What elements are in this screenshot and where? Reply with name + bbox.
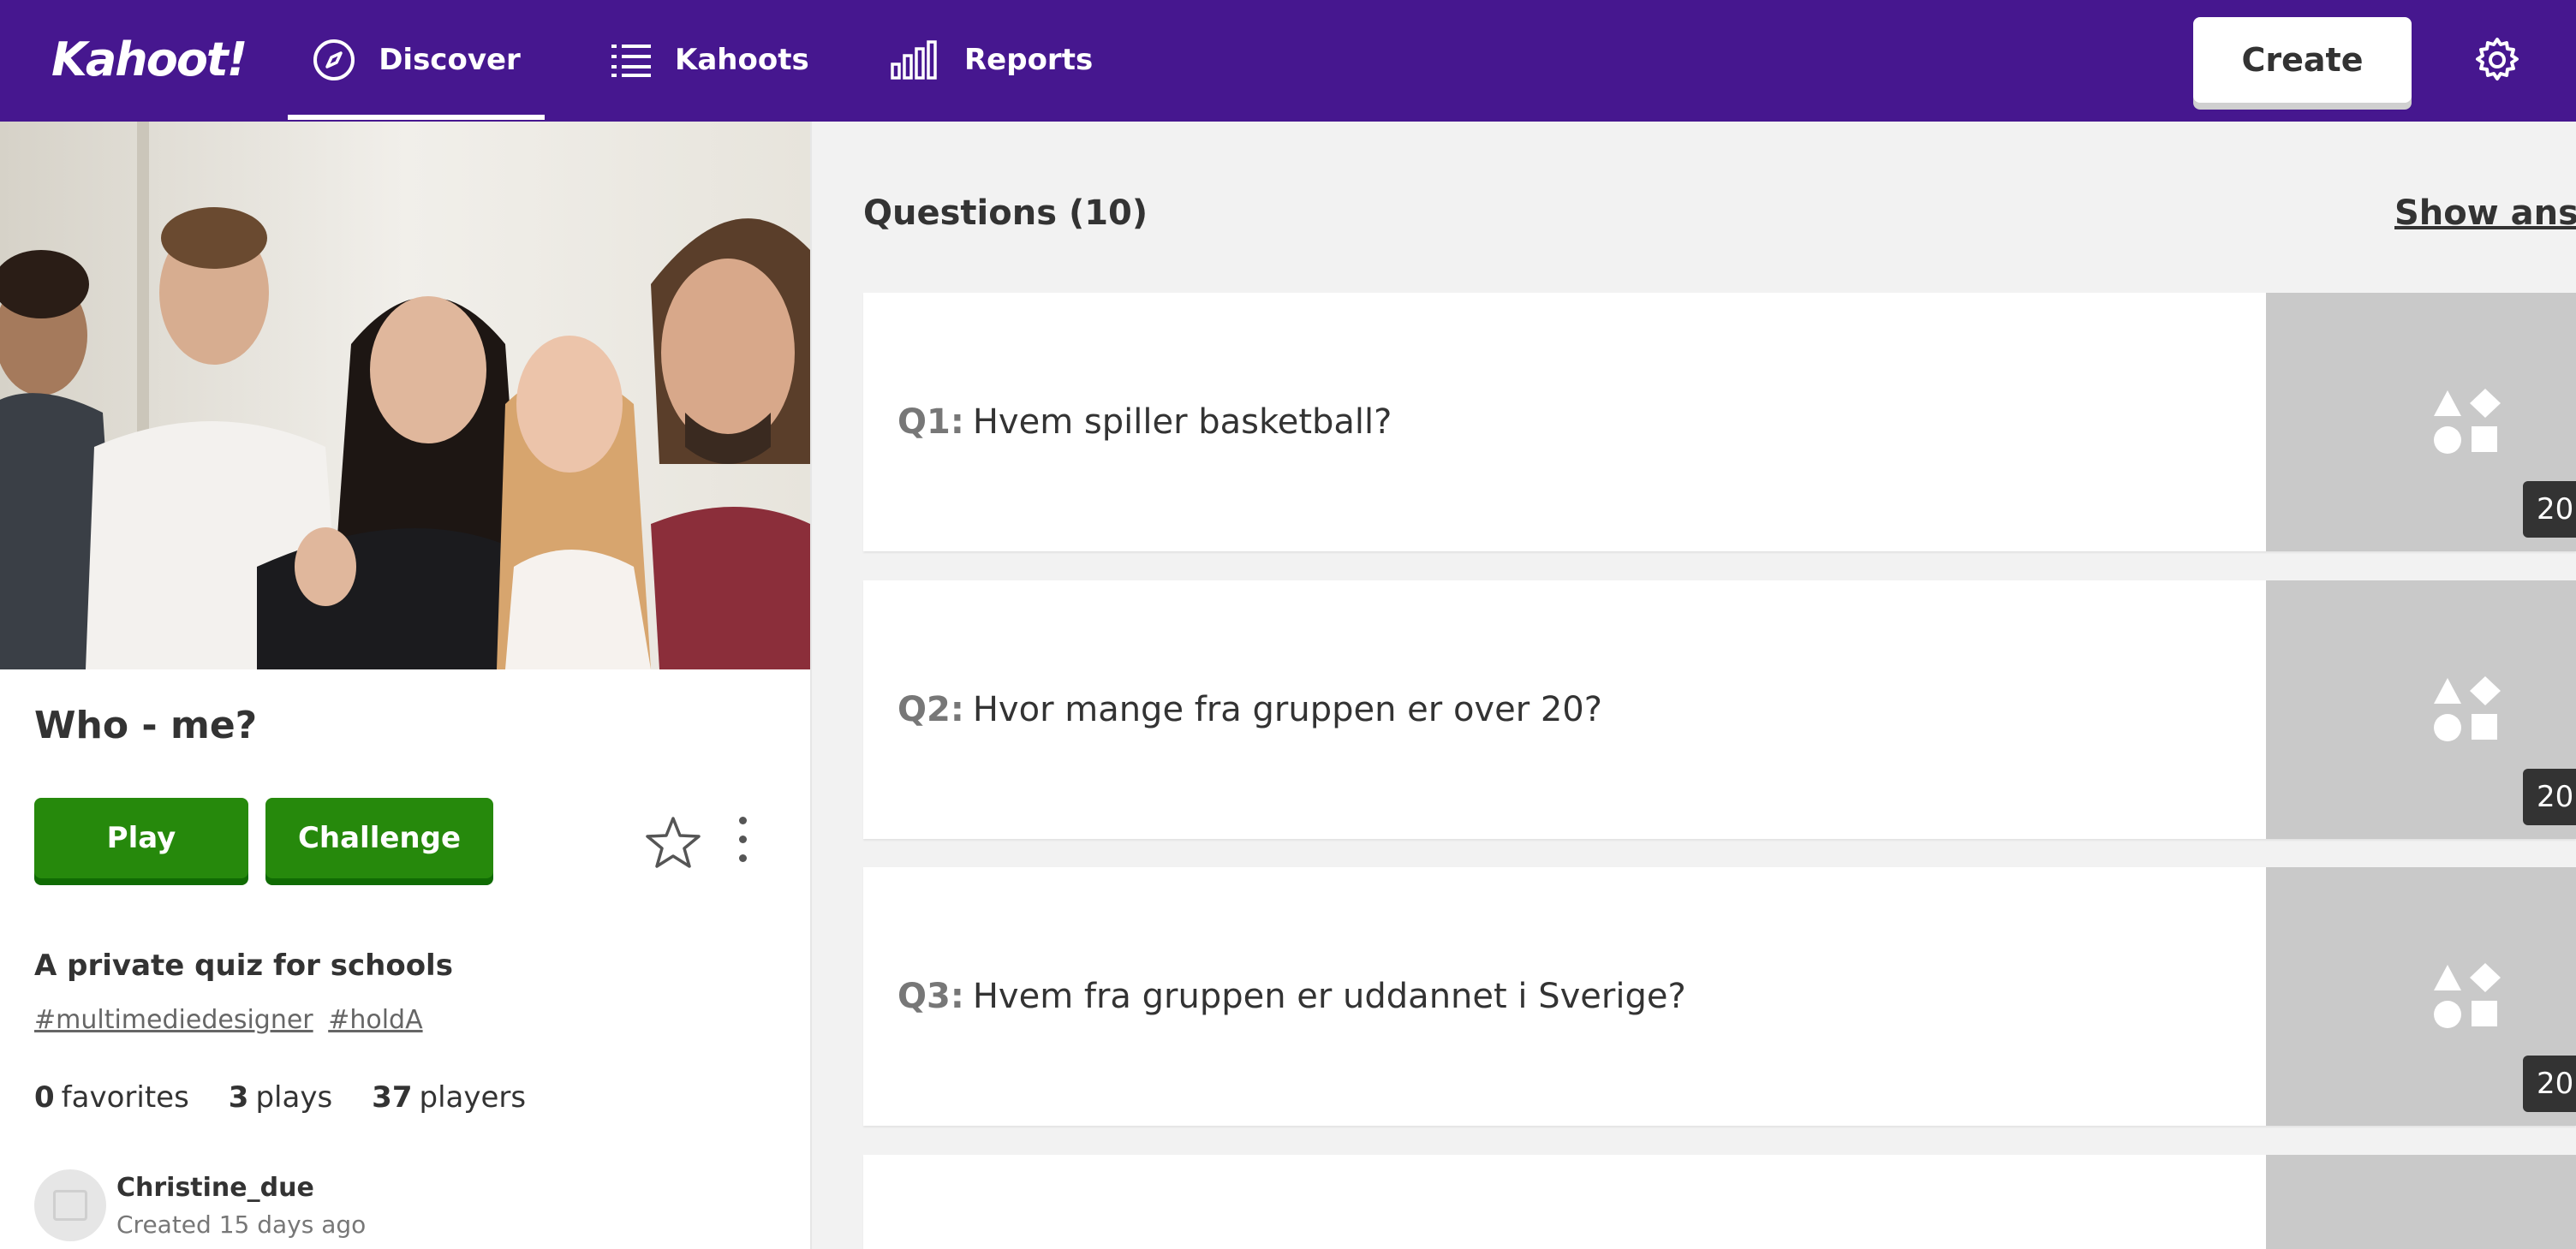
plays-stat: 3 plays <box>229 1080 332 1115</box>
time-limit-badge: 20 <box>2523 769 2576 825</box>
image-placeholder-icon <box>53 1190 87 1221</box>
play-button[interactable]: Play <box>34 798 248 878</box>
favorites-count: 0 <box>34 1080 55 1115</box>
question-text: Q3: Hvem fra gruppen er uddannet i Sverig… <box>897 867 1686 1126</box>
question-card[interactable]: Q3: Hvem fra gruppen er uddannet i Sverig… <box>863 867 2576 1126</box>
kahoot-title: Who - me? <box>34 704 258 747</box>
question-thumbnail: 20 <box>2266 293 2576 551</box>
more-options-icon[interactable] <box>730 817 755 871</box>
active-tab-indicator <box>288 115 545 120</box>
time-limit-badge: 20 <box>2523 481 2576 538</box>
players-stat: 37 players <box>372 1080 526 1115</box>
kahoot-logo[interactable]: Kahoot! <box>51 33 247 86</box>
favorite-star-icon[interactable] <box>646 815 701 870</box>
question-card[interactable]: Q1: Hvem spiller basketball? 20 <box>863 293 2576 551</box>
question-number: Q3: <box>897 977 964 1016</box>
avatar[interactable] <box>34 1169 106 1241</box>
quiz-shapes-icon <box>2434 389 2501 454</box>
question-number: Q1: <box>897 402 964 442</box>
favorites-label: favorites <box>61 1080 189 1115</box>
created-date: Created 15 days ago <box>116 1210 367 1239</box>
gear-icon[interactable] <box>2473 36 2521 84</box>
cover-image <box>0 122 810 669</box>
question-title: Hvem fra gruppen er uddannet i Sverige? <box>972 977 1686 1016</box>
kahoot-details-panel: Who - me? Play Challenge A private quiz … <box>0 122 812 1249</box>
nav-kahoots-label: Kahoots <box>675 43 809 77</box>
top-navigation-bar: Kahoot! Discover Kahoots Reports Create <box>0 0 2576 122</box>
bar-chart-icon <box>891 40 937 80</box>
question-number: Q2: <box>897 690 964 729</box>
nav-discover[interactable]: Discover <box>288 0 545 120</box>
create-button[interactable]: Create <box>2193 17 2412 103</box>
players-count: 37 <box>372 1080 413 1115</box>
tag-link[interactable]: #holdA <box>328 1005 422 1035</box>
question-text: Q2: Hvor mange fra gruppen er over 20? <box>897 580 1602 839</box>
players-label: players <box>419 1080 527 1115</box>
nav-reports[interactable]: Reports <box>891 0 1093 120</box>
question-card[interactable] <box>863 1155 2576 1249</box>
kahoot-stats: 0 favorites 3 plays 37 players <box>34 1080 526 1115</box>
question-thumbnail: 20 <box>2266 867 2576 1126</box>
question-title: Hvor mange fra gruppen er over 20? <box>972 690 1602 729</box>
question-thumbnail: 20 <box>2266 580 2576 839</box>
question-card[interactable]: Q2: Hvor mange fra gruppen er over 20? 20 <box>863 580 2576 839</box>
nav-kahoots[interactable]: Kahoots <box>610 0 809 120</box>
challenge-button[interactable]: Challenge <box>265 798 493 878</box>
visibility-text: A private quiz for schools <box>34 949 453 983</box>
question-text: Q1: Hvem spiller basketball? <box>897 293 1392 551</box>
plays-label: plays <box>255 1080 333 1115</box>
nav-reports-label: Reports <box>964 43 1094 77</box>
question-thumbnail <box>2266 1155 2576 1249</box>
question-title: Hvem spiller basketball? <box>972 402 1392 442</box>
list-icon <box>611 45 651 77</box>
plays-count: 3 <box>228 1080 249 1115</box>
time-limit-badge: 20 <box>2523 1056 2576 1112</box>
show-answers-button[interactable]: Show answers <box>2394 193 2576 233</box>
quiz-shapes-icon <box>2434 963 2501 1028</box>
compass-icon <box>313 39 355 80</box>
tag-link[interactable]: #multimediedesigner <box>34 1005 313 1035</box>
questions-header: Questions (10) <box>863 193 1148 233</box>
quiz-shapes-icon <box>2434 676 2501 741</box>
tag-list: #multimediedesigner #holdA <box>34 1005 430 1035</box>
nav-discover-label: Discover <box>379 43 521 77</box>
author-name[interactable]: Christine_due <box>116 1173 314 1203</box>
favorites-stat: 0 favorites <box>34 1080 189 1115</box>
